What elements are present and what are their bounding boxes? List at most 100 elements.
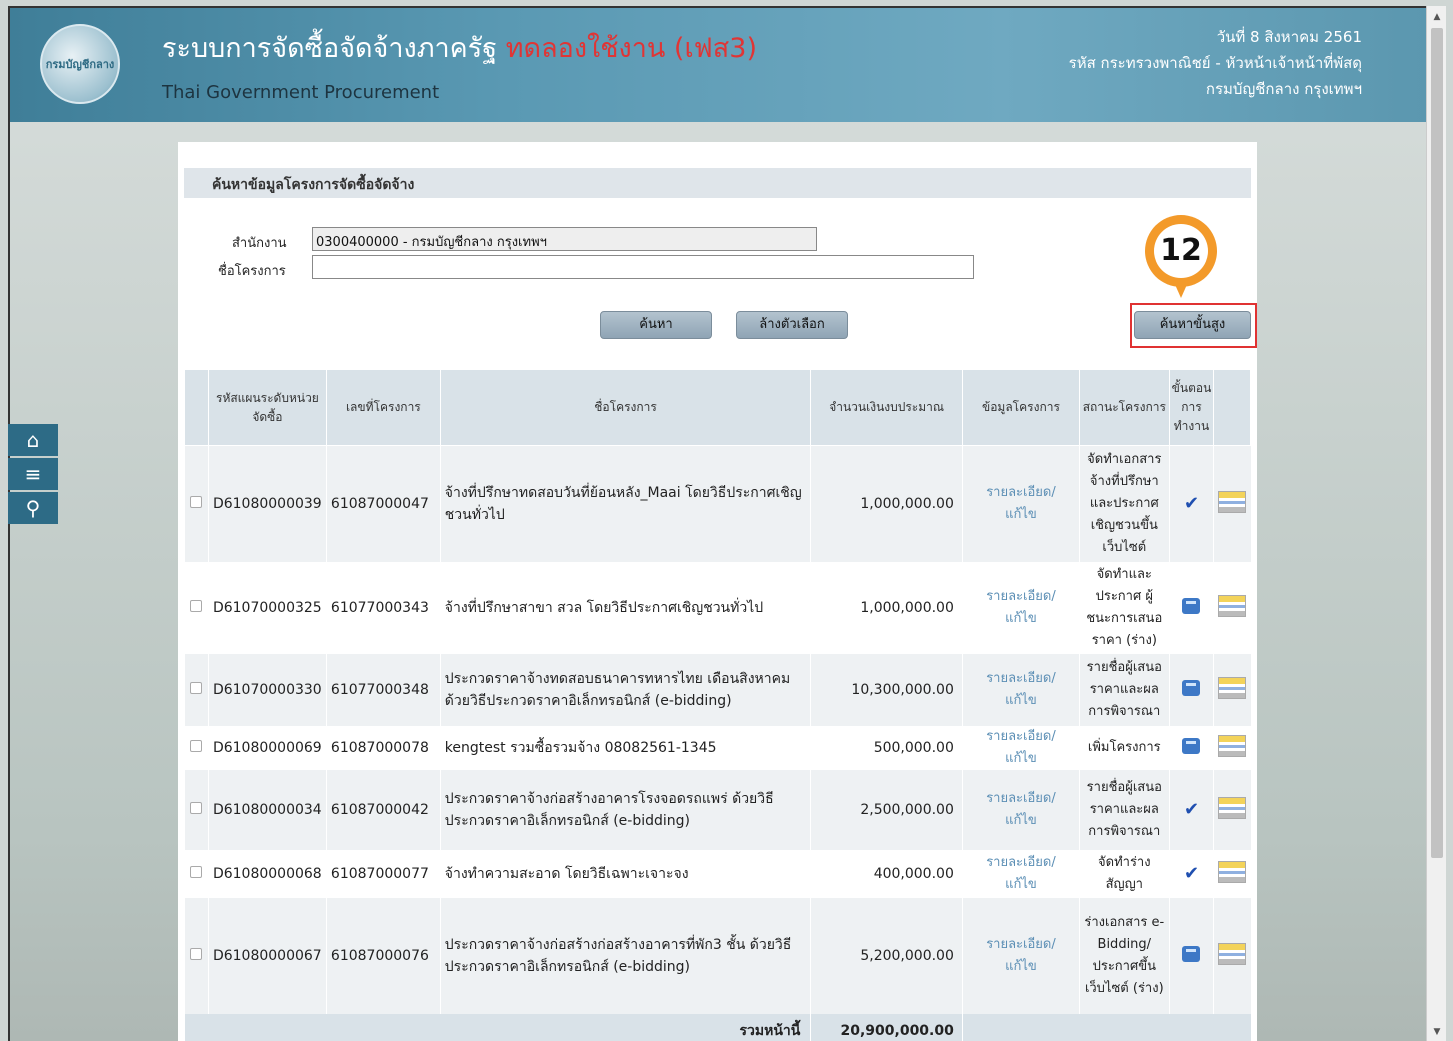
hand-icon[interactable] (1182, 737, 1201, 754)
menu-icon[interactable]: ≡ (8, 458, 58, 490)
detail-edit-link[interactable]: รายละเอียด/แก้ไข (961, 561, 1080, 654)
clear-button[interactable]: ล้างตัวเลือก (736, 311, 848, 339)
project-name: ประกวดราคาจ้างก่อสร้างอาคารโรงจอดรถแพร่ … (439, 769, 811, 850)
status-text: เพิ่มโครงการ (1079, 725, 1170, 770)
step-number: 12 (1154, 224, 1208, 278)
search-icon[interactable]: ⚲ (8, 492, 58, 524)
plan-code: D61080000068 (207, 849, 327, 898)
document-icon[interactable] (1218, 796, 1247, 819)
row-checkbox[interactable] (190, 739, 203, 752)
header-plan-code: รหัสแผนระดับหน่วยจัดซื้อ (207, 369, 327, 446)
row-checkbox[interactable] (190, 495, 203, 508)
app-title: ระบบการจัดซื้อจัดจ้างภาครัฐ ทดลองใช้งาน … (162, 26, 757, 69)
check-icon[interactable]: ✔ (1184, 863, 1199, 884)
step-icon-cell (1168, 653, 1214, 726)
detail-edit-link[interactable]: รายละเอียด/แก้ไข (961, 849, 1080, 898)
plan-code: D61080000067 (207, 897, 327, 1014)
budget-value: 400,000.00 (810, 849, 963, 898)
table-row: D61080000034 61087000042 ประกวดราคาจ้างก่อ… (184, 769, 1251, 850)
app-header: กรมบัญชีกลาง ระบบการจัดซื้อจัดจ้างภาครัฐ… (10, 8, 1428, 122)
hand-icon[interactable] (1182, 945, 1201, 962)
section-title: ค้นหาข้อมูลโครงการจัดซื้อจัดจ้าง (184, 168, 1251, 198)
plan-code: D61070000330 (207, 653, 327, 726)
hand-icon[interactable] (1182, 679, 1201, 696)
project-no: 61087000076 (325, 897, 441, 1014)
status-text: รายชื่อผู้เสนอราคาและผลการพิจารณา (1079, 653, 1170, 726)
header-status: สถานะโครงการ (1079, 369, 1170, 446)
document-icon[interactable] (1218, 676, 1247, 699)
scroll-down-icon[interactable]: ▼ (1427, 1023, 1447, 1041)
office-label: สำนักงาน (232, 236, 287, 251)
home-icon[interactable]: ⌂ (8, 424, 58, 456)
budget-value: 1,000,000.00 (810, 561, 963, 654)
scroll-up-icon[interactable]: ▲ (1427, 8, 1447, 26)
status-text: ร่างเอกสาร e-Bidding/ประกาศขึ้นเว็บไซต์ … (1079, 897, 1170, 1014)
detail-edit-link[interactable]: รายละเอียด/แก้ไข (961, 769, 1080, 850)
user-department: กรมบัญชีกลาง กรุงเทพฯ (1205, 80, 1362, 98)
document-icon[interactable] (1218, 734, 1247, 757)
header-project-info: ข้อมูลโครงการ (961, 369, 1081, 446)
header-checkbox (184, 369, 209, 446)
check-icon[interactable]: ✔ (1184, 493, 1199, 514)
budget-value: 2,500,000.00 (810, 769, 963, 850)
row-checkbox[interactable] (190, 681, 203, 694)
current-date: วันที่ 8 สิงหาคม 2561 (1216, 28, 1362, 46)
plan-code: D61080000039 (207, 445, 327, 562)
document-icon[interactable] (1218, 594, 1247, 617)
step-icon-cell: ✔ (1168, 769, 1214, 850)
detail-edit-link[interactable]: รายละเอียด/แก้ไข (961, 725, 1080, 770)
doc-icon-cell (1213, 769, 1251, 850)
project-no: 61087000077 (325, 849, 441, 898)
row-checkbox[interactable] (190, 599, 203, 612)
document-icon[interactable] (1218, 860, 1247, 883)
doc-icon-cell (1213, 653, 1251, 726)
header-project-no: เลขที่โครงการ (325, 369, 441, 446)
step-icon-cell: ✔ (1168, 445, 1214, 562)
scroll-thumb[interactable] (1431, 28, 1443, 858)
row-checkbox[interactable] (190, 947, 203, 960)
step-badge: 12 (1145, 215, 1217, 287)
app-title-text: ระบบการจัดซื้อจัดจ้างภาครัฐ (162, 33, 498, 64)
doc-icon-cell (1213, 849, 1251, 898)
search-panel: ค้นหาข้อมูลโครงการจัดซื้อจัดจ้าง สำนักงา… (178, 142, 1257, 1041)
advanced-search-button[interactable]: ค้นหาขั้นสูง (1134, 311, 1251, 339)
project-name: ประกวดราคาจ้างทดสอบธนาคารทหารไทย เดือนสิ… (439, 653, 811, 726)
row-checkbox-cell (184, 653, 209, 726)
document-icon[interactable] (1218, 490, 1247, 513)
row-checkbox[interactable] (190, 865, 203, 878)
step-icon-cell (1168, 897, 1214, 1014)
document-icon[interactable] (1218, 942, 1247, 965)
total-row: รวมหน้านี้ 20,900,000.00 (183, 1013, 1251, 1041)
project-name-input[interactable] (312, 255, 974, 279)
detail-edit-link[interactable]: รายละเอียด/แก้ไข (961, 653, 1080, 726)
project-name: จ้างทำความสะอาด โดยวิธีเฉพาะเจาะจง (439, 849, 811, 898)
plan-code: D61080000034 (207, 769, 327, 850)
badge-pointer (1173, 280, 1189, 298)
budget-value: 5,200,000.00 (810, 897, 963, 1014)
search-button[interactable]: ค้นหา (600, 311, 712, 339)
project-name: ประกวดราคาจ้างก่อสร้างก่อสร้างอาคารที่พั… (439, 897, 811, 1014)
office-field[interactable]: 0300400000 - กรมบัญชีกลาง กรุงเทพฯ (312, 227, 817, 251)
check-icon[interactable]: ✔ (1184, 799, 1199, 820)
hand-icon[interactable] (1182, 597, 1201, 614)
plan-code: D61080000069 (207, 725, 327, 770)
status-text: จัดทำร่างสัญญา (1079, 849, 1170, 898)
row-checkbox[interactable] (190, 801, 203, 814)
row-checkbox-cell (184, 897, 209, 1014)
step-icon-cell: ✔ (1168, 849, 1214, 898)
budget-value: 1,000,000.00 (810, 445, 963, 562)
project-name: kengtest รวมซื้อรวมจ้าง 08082561-1345 (439, 725, 811, 770)
side-toolbar: ⌂ ≡ ⚲ (8, 424, 58, 526)
plan-code: D61070000325 (207, 561, 327, 654)
logo-text: กรมบัญชีกลาง (45, 58, 115, 71)
table-row: D61080000067 61087000076 ประกวดราคาจ้างก่อ… (184, 897, 1251, 1014)
detail-edit-link[interactable]: รายละเอียด/แก้ไข (961, 897, 1080, 1014)
doc-icon-cell (1213, 445, 1251, 562)
table-row: D61070000325 61077000343 จ้างที่ปรึกษาสาขา… (184, 561, 1251, 654)
vertical-scrollbar[interactable]: ▲ ▼ (1426, 6, 1446, 1041)
detail-edit-link[interactable]: รายละเอียด/แก้ไข (961, 445, 1080, 562)
row-checkbox-cell (184, 725, 209, 770)
table-row: D61070000330 61077000348 ประกวดราคาจ้างทดส… (184, 653, 1251, 726)
project-name: จ้างที่ปรึกษาทดสอบวันที่ย้อนหลัง_Maai โด… (439, 445, 811, 562)
header-doc (1213, 369, 1251, 446)
